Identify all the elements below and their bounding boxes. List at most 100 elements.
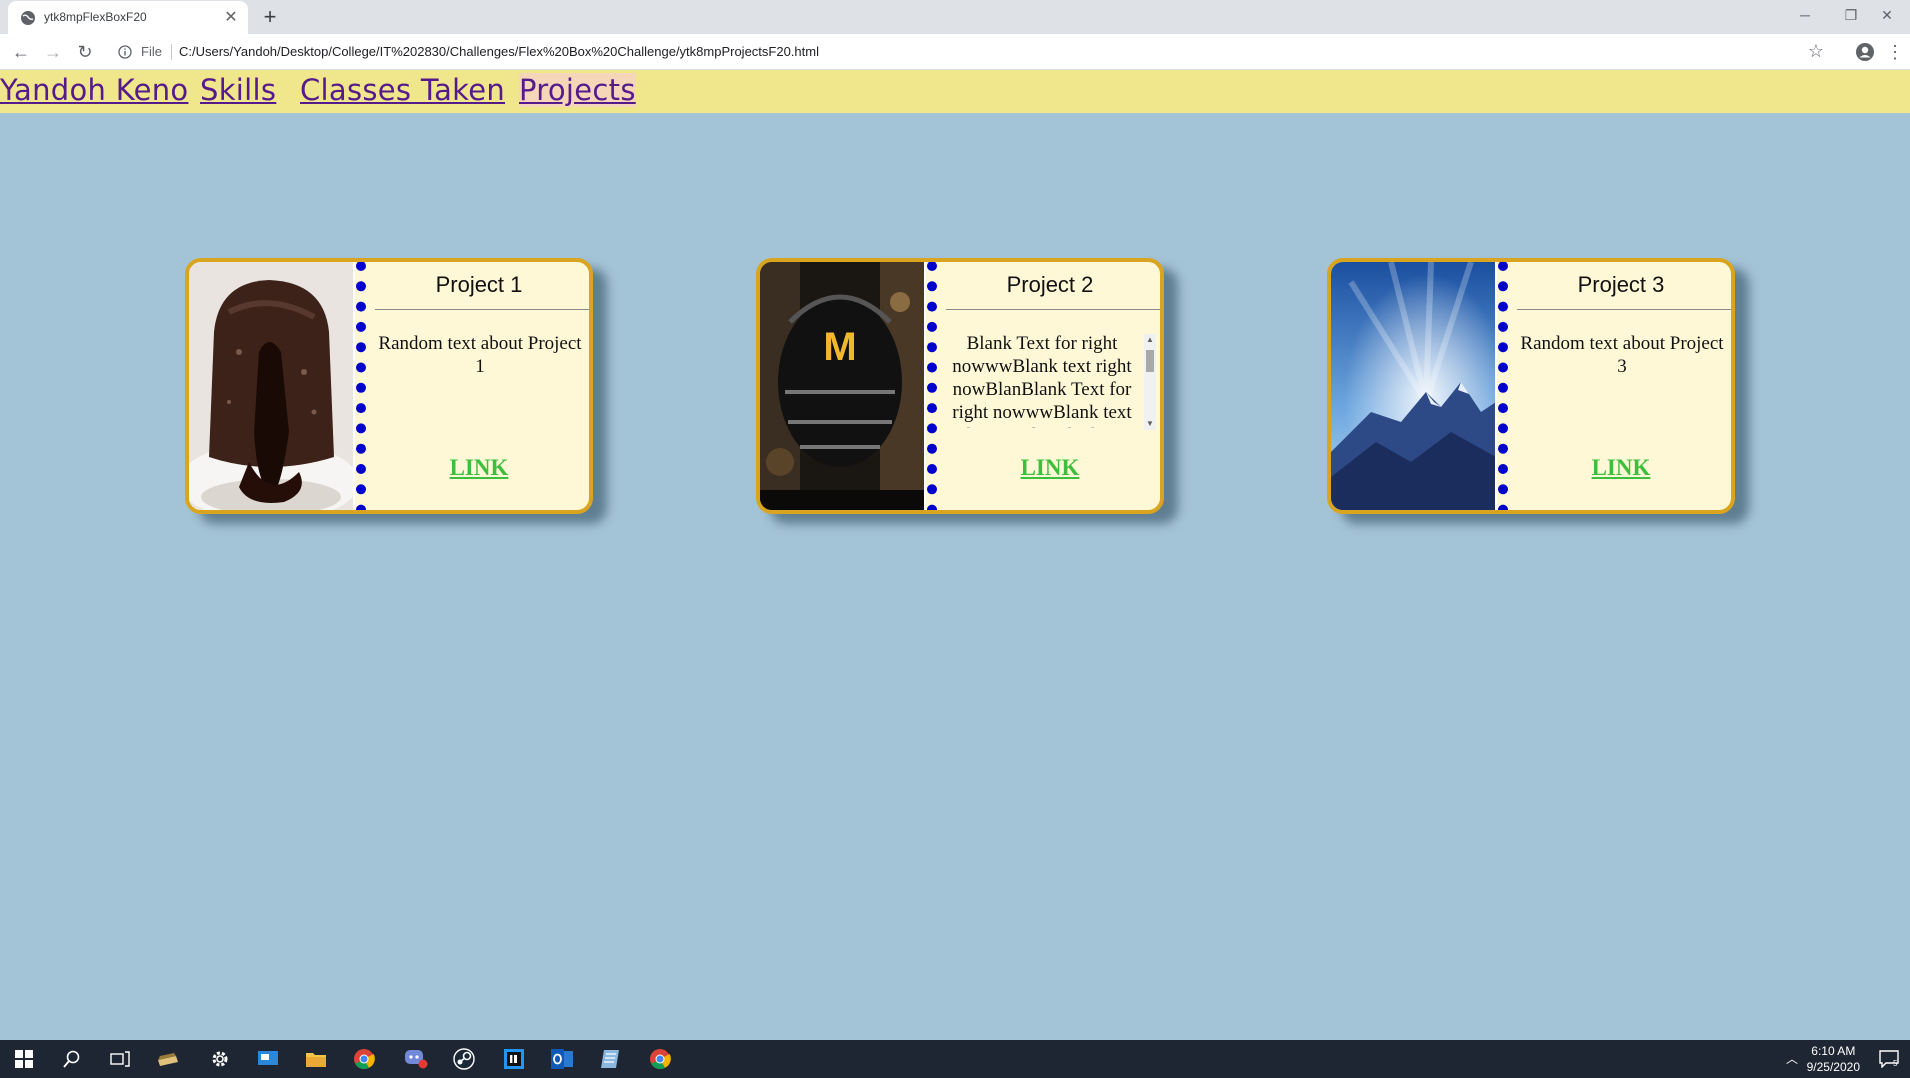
outlook-icon[interactable] — [538, 1040, 586, 1078]
project-title: Project 3 — [1577, 272, 1665, 297]
forward-button[interactable]: → — [40, 39, 66, 65]
project-2-image: M — [760, 262, 925, 510]
chrome-icon-2[interactable] — [636, 1040, 684, 1078]
divider-dot — [927, 262, 937, 271]
search-icon[interactable] — [48, 1040, 96, 1078]
windows-start-icon[interactable] — [0, 1040, 48, 1078]
project-description: Blank Text for right nowwwBlank text rig… — [946, 333, 1139, 428]
system-clock[interactable]: 6:10 AM 9/25/2020 — [1807, 1043, 1860, 1075]
scroll-down-icon[interactable]: ▼ — [1144, 418, 1156, 430]
scroll-up-icon[interactable]: ▲ — [1144, 334, 1156, 346]
tab-title: ytk8mpFlexBoxF20 — [44, 10, 147, 24]
tray-chevron-up-icon[interactable]: ︿ — [1786, 1050, 1798, 1067]
project-3-image — [1331, 262, 1496, 510]
address-divider — [171, 44, 172, 60]
clock-date: 9/25/2020 — [1806, 1060, 1860, 1074]
divider-dot — [927, 423, 937, 434]
project-link[interactable]: LINK — [940, 455, 1160, 481]
project-3-body: Project 3 Random text about Project 3 LI… — [1511, 262, 1731, 510]
divider-dot — [927, 464, 937, 474]
task-view-icon[interactable] — [96, 1040, 144, 1078]
divider-dot — [927, 382, 937, 393]
back-button[interactable]: ← — [8, 39, 34, 65]
divider-dot — [927, 484, 937, 495]
divider-dot — [1498, 484, 1508, 495]
notepad-icon[interactable] — [586, 1040, 634, 1078]
reload-button[interactable]: ↻ — [72, 39, 98, 65]
address-scheme: File — [141, 44, 162, 59]
svg-text:5: 5 — [1893, 1059, 1898, 1068]
settings-gear-icon[interactable] — [196, 1040, 244, 1078]
bookmark-star-icon[interactable]: ☆ — [1808, 41, 1824, 62]
divider-dot — [927, 362, 937, 373]
divider-dot — [1498, 321, 1508, 332]
chrome-icon[interactable] — [340, 1040, 388, 1078]
info-icon[interactable] — [118, 45, 132, 59]
nav-link-skills[interactable]: Skills — [200, 73, 276, 107]
divider-dot — [1498, 403, 1508, 414]
close-window-button[interactable]: ✕ — [1864, 0, 1910, 30]
project-2-body: Project 2 Blank Text for right nowwwBlan… — [940, 262, 1160, 510]
project-link[interactable]: LINK — [1511, 455, 1731, 481]
project-1-body: Project 1 Random text about Project 1 LI… — [369, 262, 589, 510]
intellij-icon[interactable] — [490, 1040, 538, 1078]
profile-icon[interactable] — [1852, 39, 1878, 65]
project-1-image — [189, 262, 354, 510]
description-scrollbar[interactable]: ▲ ▼ — [1144, 334, 1156, 430]
divider-dot — [927, 281, 937, 292]
nav-link-projects[interactable]: Projects — [519, 73, 636, 107]
divider-dot — [1498, 382, 1508, 393]
divider-dot — [927, 321, 937, 332]
svg-text:M: M — [823, 325, 856, 369]
address-url[interactable]: C:/Users/Yandoh/Desktop/College/IT%20283… — [179, 44, 819, 59]
divider-dot — [1498, 443, 1508, 454]
discord-icon[interactable] — [392, 1040, 440, 1078]
steam-icon[interactable] — [440, 1040, 488, 1078]
divider-dot — [356, 423, 366, 434]
divider-dot — [1498, 362, 1508, 373]
app-scanner-icon[interactable] — [144, 1040, 192, 1078]
divider-dot — [1498, 262, 1508, 271]
app-monitor-icon[interactable] — [244, 1040, 292, 1078]
windows-taskbar: ︿ 6:10 AM 9/25/2020 5 — [0, 1040, 1910, 1078]
project-title: Project 2 — [1006, 272, 1094, 297]
project-description: Random text about Project 3 — [1520, 333, 1724, 377]
divider-dot — [356, 321, 366, 332]
file-explorer-icon[interactable] — [292, 1040, 340, 1078]
browser-toolbar: ← → ↻ File C:/Users/Yandoh/Desktop/Colle… — [0, 34, 1910, 70]
project-title: Project 1 — [435, 272, 523, 297]
project-description: Random text about Project 1 — [378, 333, 582, 377]
browser-tab-strip: ytk8mpFlexBoxF20 ✕ + ─ ❐ ✕ — [0, 0, 1910, 34]
divider-dot — [356, 301, 366, 312]
clock-time: 6:10 AM — [1811, 1044, 1856, 1058]
divider-dot — [356, 464, 366, 474]
project-card-1: Project 1 Random text about Project 1 LI… — [185, 258, 593, 514]
divider-dot — [1498, 301, 1508, 312]
project-link[interactable]: LINK — [369, 455, 589, 481]
divider-dot — [1498, 281, 1508, 292]
divider-dot — [1498, 342, 1508, 353]
divider-dot — [356, 484, 366, 495]
notification-center-icon[interactable]: 5 — [1878, 1050, 1900, 1068]
tab-close-icon[interactable]: ✕ — [222, 9, 240, 27]
title-divider — [1517, 309, 1731, 310]
divider-dot — [1498, 464, 1508, 474]
nav-link-home[interactable]: Yandoh Keno — [0, 73, 188, 107]
new-tab-button[interactable]: + — [258, 6, 282, 30]
dotted-divider — [1495, 262, 1508, 510]
divider-dot — [356, 382, 366, 393]
site-navbar: Yandoh Keno Skills Classes Taken Project… — [0, 70, 1910, 113]
scroll-thumb[interactable] — [1146, 350, 1154, 372]
divider-dot — [927, 403, 937, 414]
minimize-button[interactable]: ─ — [1782, 0, 1828, 30]
divider-dot — [356, 443, 366, 454]
browser-tab[interactable]: ytk8mpFlexBoxF20 ✕ — [8, 1, 248, 34]
nav-link-classes-taken[interactable]: Classes Taken — [300, 73, 505, 107]
divider-dot — [356, 281, 366, 292]
divider-dot — [1498, 423, 1508, 434]
menu-icon[interactable]: ⋮ — [1882, 39, 1908, 65]
address-bar[interactable]: File C:/Users/Yandoh/Desktop/College/IT%… — [108, 38, 1830, 66]
divider-dot — [356, 342, 366, 353]
title-divider — [946, 309, 1160, 310]
dotted-divider — [353, 262, 366, 510]
